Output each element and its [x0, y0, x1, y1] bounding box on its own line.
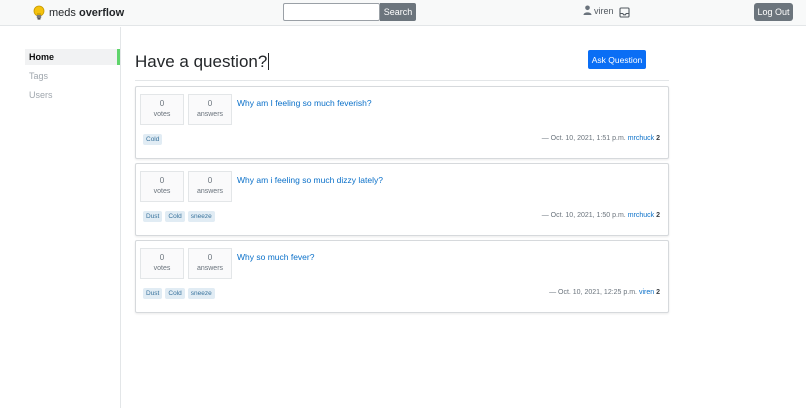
- user-icon: [583, 5, 594, 17]
- question-meta: — Oct. 10, 2021, 1:50 p.m. mrchuck 2: [542, 212, 660, 219]
- reputation: 2: [656, 212, 660, 219]
- question-title-link[interactable]: Why so much fever?: [237, 252, 314, 262]
- divider: [135, 80, 669, 81]
- inbox-icon[interactable]: [619, 5, 630, 23]
- brand-bold: overflow: [78, 7, 125, 19]
- question-card: 0 votes 0 answers Why am i feeling so mu…: [135, 163, 669, 236]
- ask-question-button[interactable]: Ask Question: [588, 50, 646, 69]
- question-title-link[interactable]: Why am i feeling so much dizzy lately?: [237, 175, 383, 185]
- tag[interactable]: sneeze: [187, 288, 215, 299]
- sidebar-item-home[interactable]: Home: [25, 49, 120, 65]
- sidebar-item-tags[interactable]: Tags: [25, 68, 120, 84]
- tag[interactable]: Dust: [143, 288, 163, 299]
- search-input[interactable]: [283, 3, 380, 21]
- user-profile-link[interactable]: viren: [583, 5, 614, 17]
- question-title-link[interactable]: Why am I feeling so much feverish?: [237, 98, 372, 108]
- lightbulb-icon: [33, 5, 45, 21]
- votes-label: votes: [153, 188, 171, 195]
- page-title: Have a question?: [135, 52, 270, 72]
- tag-list: Cold: [143, 134, 165, 145]
- timestamp: — Oct. 10, 2021, 1:51 p.m.: [541, 135, 626, 142]
- tag[interactable]: Cold: [165, 211, 185, 222]
- brand-name: meds overflow: [49, 7, 124, 19]
- logout-button[interactable]: Log Out: [754, 3, 793, 21]
- votes-label: votes: [153, 111, 171, 118]
- answers-label: answers: [196, 111, 224, 118]
- tag[interactable]: Cold: [165, 288, 185, 299]
- tag[interactable]: Dust: [143, 211, 163, 222]
- question-meta: — Oct. 10, 2021, 1:51 p.m. mrchuck 2: [542, 135, 660, 142]
- reputation: 2: [656, 289, 660, 296]
- tag-list: Dust Cold sneeze: [143, 211, 218, 222]
- page-title-text: Have a question?: [135, 52, 268, 71]
- timestamp: — Oct. 10, 2021, 1:50 p.m.: [541, 212, 626, 219]
- answers-count: 0: [207, 176, 213, 185]
- text-cursor: [268, 53, 270, 70]
- tag[interactable]: Cold: [143, 134, 163, 145]
- votes-box: 0 votes: [140, 94, 184, 125]
- question-card: 0 votes 0 answers Why so much fever? Dus…: [135, 240, 669, 313]
- question-card: 0 votes 0 answers Why am I feeling so mu…: [135, 86, 669, 159]
- tag[interactable]: sneeze: [187, 211, 215, 222]
- votes-count: 0: [159, 253, 165, 262]
- sidebar: Home Tags Users: [0, 27, 121, 408]
- username: viren: [594, 6, 614, 16]
- votes-label: votes: [153, 265, 171, 272]
- votes-count: 0: [159, 176, 165, 185]
- reputation: 2: [656, 135, 660, 142]
- answers-label: answers: [196, 188, 224, 195]
- author-link[interactable]: mrchuck: [628, 135, 654, 142]
- timestamp: — Oct. 10, 2021, 12:25 p.m.: [549, 289, 637, 296]
- votes-box: 0 votes: [140, 248, 184, 279]
- answers-box: 0 answers: [188, 248, 232, 279]
- tag-list: Dust Cold sneeze: [143, 288, 218, 299]
- question-meta: — Oct. 10, 2021, 12:25 p.m. viren 2: [549, 289, 660, 296]
- answers-label: answers: [196, 265, 224, 272]
- votes-count: 0: [159, 99, 165, 108]
- answers-box: 0 answers: [188, 171, 232, 202]
- votes-box: 0 votes: [140, 171, 184, 202]
- top-bar: meds overflow Search viren Log Out: [0, 0, 806, 26]
- brand-prefix: meds: [49, 7, 76, 19]
- answers-box: 0 answers: [188, 94, 232, 125]
- search-button[interactable]: Search: [380, 3, 416, 21]
- sidebar-item-users[interactable]: Users: [25, 87, 120, 103]
- author-link[interactable]: viren: [639, 289, 654, 296]
- logo[interactable]: meds overflow: [33, 4, 124, 22]
- author-link[interactable]: mrchuck: [628, 212, 654, 219]
- answers-count: 0: [207, 253, 213, 262]
- answers-count: 0: [207, 99, 213, 108]
